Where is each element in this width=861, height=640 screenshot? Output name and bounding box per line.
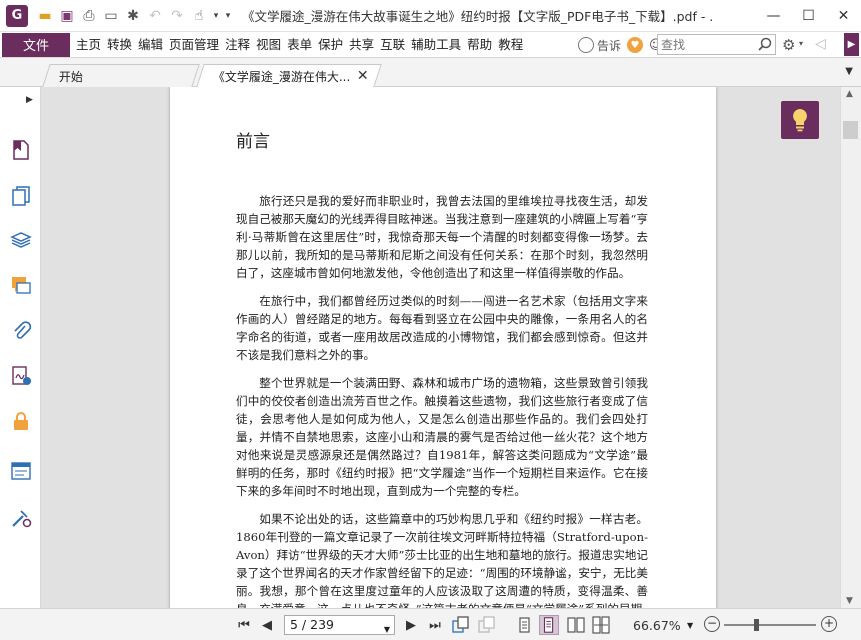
zoom-slider[interactable]	[724, 624, 816, 626]
customize-toolbar-icon[interactable]: ▾	[222, 5, 234, 27]
menu-share[interactable]: 共享	[346, 33, 377, 57]
menu-protect[interactable]: 保护	[315, 33, 346, 57]
settings-gear-icon[interactable]: ⚙	[782, 36, 795, 54]
hand-tool-icon[interactable]: ☝	[188, 5, 210, 27]
tell-me-area: 告诉 ♥ ☺	[578, 32, 665, 58]
accessibility-check-icon[interactable]	[10, 507, 32, 529]
page-heading: 前言	[236, 132, 270, 152]
search-icon[interactable]	[758, 37, 772, 51]
document-viewport[interactable]: 前言 旅行还只是我的爱好而非职业时，我曾去法国的里维埃拉寻找夜生活，却发现自己被…	[41, 87, 840, 608]
previous-view-icon[interactable]	[452, 616, 470, 634]
window-controls: — ☐ ✕	[756, 0, 861, 32]
page-number-field[interactable]: 5 / 239 ▼	[284, 615, 395, 635]
zoom-dropdown-icon[interactable]: ▼	[687, 621, 693, 630]
menu-view[interactable]: 视图	[253, 33, 284, 57]
ribbon-scroll-right-icon[interactable]: ▶	[844, 33, 859, 56]
properties-icon[interactable]: ▭	[100, 5, 122, 27]
new-document-icon[interactable]: ✱	[122, 5, 144, 27]
scroll-up-icon[interactable]: ▲	[846, 89, 853, 99]
signatures-panel-icon[interactable]	[10, 365, 32, 387]
print-icon[interactable]: ⎙	[78, 5, 100, 27]
document-tab-bar: 开始 《文学履途_漫游在伟大... ✕ ▼	[0, 58, 861, 87]
menu-organize-pages[interactable]: 页面管理	[166, 33, 222, 57]
menu-edit[interactable]: 编辑	[135, 33, 166, 57]
close-window-icon[interactable]: ✕	[826, 0, 861, 32]
open-folder-icon[interactable]: ▬	[34, 5, 56, 27]
thumbnails-panel-icon[interactable]	[10, 185, 32, 207]
paragraph: 在旅行中，我们都曾经历过类似的时刻——闯进一名艺术家（包括用文字来作画的人）曾经…	[236, 294, 648, 362]
status-bar: ⏮ ◀ 5 / 239 ▼ ▶ ⏭ 66.67% ▼ − +	[0, 608, 861, 640]
comments-panel-icon[interactable]	[10, 275, 32, 297]
search-input[interactable]	[658, 35, 754, 54]
facing-view-icon[interactable]	[566, 615, 586, 635]
quick-access-toolbar: ▬ ▣ ⎙ ▭ ✱ ↶ ↷ ☝ ▾ ▾	[34, 5, 234, 27]
next-page-icon[interactable]: ▶	[403, 616, 419, 634]
tab-document-label: 《文学履途_漫游在伟大...	[212, 69, 351, 84]
scrollbar-thumb[interactable]	[843, 121, 858, 139]
attachments-panel-icon[interactable]	[10, 320, 32, 342]
menu-connect[interactable]: 互联	[377, 33, 408, 57]
search-box	[657, 34, 776, 55]
window-title: 《文学履途_漫游在伟大故事诞生之地》纽约时报【文字版_PDF电子书_下载】.pd…	[242, 9, 712, 24]
lightbulb-icon[interactable]	[578, 37, 594, 53]
file-menu-button[interactable]: 文件	[2, 32, 70, 57]
navigation-sidebar: ▶	[0, 87, 41, 608]
menu-bar: 文件 主页 转换 编辑 页面管理 注释 视图 表单 保护 共享 互联 辅助工具 …	[0, 32, 861, 58]
continuous-facing-view-icon[interactable]	[591, 615, 611, 635]
last-page-icon[interactable]: ⏭	[426, 616, 444, 634]
app-logo-icon[interactable]: G	[6, 4, 28, 27]
zoom-percentage[interactable]: 66.67%	[633, 618, 681, 633]
page-dropdown-icon[interactable]: ▼	[384, 621, 390, 639]
menu-help[interactable]: 帮助	[464, 33, 495, 57]
minimize-icon[interactable]: —	[756, 0, 791, 32]
page-number-value: 5 / 239	[290, 617, 334, 632]
tab-start[interactable]: 开始	[42, 64, 200, 87]
tab-start-label: 开始	[58, 69, 83, 84]
heart-icon[interactable]: ♥	[627, 37, 644, 53]
close-tab-icon[interactable]: ✕	[357, 68, 369, 84]
security-lock-icon[interactable]	[10, 410, 32, 432]
fields-panel-icon[interactable]	[10, 460, 32, 482]
ribbon-scroll-left-icon[interactable]: ◁	[815, 36, 826, 52]
bookmark-panel-icon[interactable]	[10, 139, 32, 161]
menu-tutorial[interactable]: 教程	[495, 33, 526, 57]
previous-page-icon[interactable]: ◀	[259, 616, 275, 634]
hand-tool-dropdown-icon[interactable]: ▾	[210, 5, 222, 27]
menu-convert[interactable]: 转换	[104, 33, 135, 57]
first-page-icon[interactable]: ⏮	[236, 616, 252, 634]
menu-accessibility[interactable]: 辅助工具	[408, 33, 464, 57]
redo-icon[interactable]: ↷	[166, 5, 188, 27]
continuous-view-icon[interactable]	[539, 615, 559, 635]
single-page-view-icon[interactable]	[514, 615, 534, 635]
tab-document[interactable]: 《文学履途_漫游在伟大... ✕	[196, 64, 382, 87]
lightbulb-icon	[793, 109, 807, 132]
tips-lightbulb-button[interactable]	[781, 101, 819, 139]
tab-list-dropdown-icon[interactable]: ▼	[845, 66, 853, 77]
save-icon[interactable]: ▣	[56, 5, 78, 27]
scroll-down-icon[interactable]: ▼	[846, 596, 853, 606]
vertical-scrollbar[interactable]: ▲ ▼	[840, 87, 861, 608]
menu-form[interactable]: 表单	[284, 33, 315, 57]
undo-icon[interactable]: ↶	[144, 5, 166, 27]
maximize-icon[interactable]: ☐	[791, 0, 826, 32]
expand-panel-icon[interactable]: ▶	[26, 95, 33, 105]
tell-me-label[interactable]: 告诉	[597, 37, 621, 54]
zoom-slider-thumb[interactable]	[754, 619, 759, 631]
menu-home[interactable]: 主页	[73, 33, 104, 57]
menu-comment[interactable]: 注释	[222, 33, 253, 57]
paragraph: 整个世界就是一个装满田野、森林和城市广场的遗物箱，这些景致曾引领我们中的佼佼者创…	[236, 376, 648, 498]
pdf-page[interactable]: 前言 旅行还只是我的爱好而非职业时，我曾去法国的里维埃拉寻找夜生活，却发现自己被…	[170, 87, 716, 608]
paragraph: 旅行还只是我的爱好而非职业时，我曾去法国的里维埃拉寻找夜生活，却发现自己被那天魔…	[236, 194, 648, 280]
zoom-in-icon[interactable]: +	[821, 616, 837, 632]
zoom-out-icon[interactable]: −	[704, 616, 720, 632]
next-view-icon[interactable]	[478, 616, 496, 634]
layers-panel-icon[interactable]	[10, 230, 32, 252]
settings-dropdown-icon[interactable]: ▾	[799, 39, 803, 48]
title-bar: G ▬ ▣ ⎙ ▭ ✱ ↶ ↷ ☝ ▾ ▾ 《文学履途_漫游在伟大故事诞生之地》…	[0, 0, 861, 32]
ribbon-tabs: 主页 转换 编辑 页面管理 注释 视图 表单 保护 共享 互联 辅助工具 帮助 …	[73, 33, 526, 57]
paragraph: 如果不论出处的话，这些篇章中的巧妙构思几乎和《纽约时报》一样古老。1860年刊登…	[236, 512, 648, 608]
